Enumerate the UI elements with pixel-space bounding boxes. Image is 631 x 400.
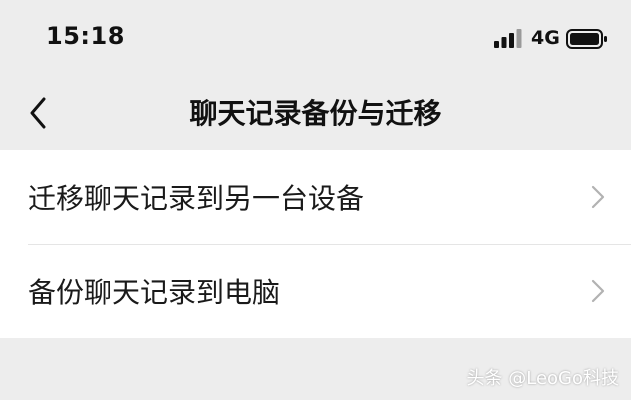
battery-icon	[566, 29, 607, 49]
menu-item-label: 迁移聊天记录到另一台设备	[28, 182, 365, 215]
page-title: 聊天记录备份与迁移	[189, 97, 442, 130]
menu-item-migrate-to-device[interactable]: 迁移聊天记录到另一台设备	[0, 150, 631, 244]
chevron-right-icon	[591, 279, 605, 303]
status-time: 15:18	[46, 22, 125, 50]
menu-item-backup-to-computer[interactable]: 备份聊天记录到电脑	[0, 244, 631, 338]
cellular-signal-icon	[494, 29, 522, 48]
menu-list: 迁移聊天记录到另一台设备 备份聊天记录到电脑	[0, 150, 631, 338]
network-type: 4G	[531, 27, 560, 49]
chevron-right-icon	[591, 185, 605, 209]
navigation-bar: 聊天记录备份与迁移	[0, 78, 631, 150]
status-bar: 15:18 4G	[0, 0, 631, 78]
watermark: 头条 @LeoGo科技	[466, 368, 619, 389]
menu-item-label: 备份聊天记录到电脑	[28, 276, 281, 309]
